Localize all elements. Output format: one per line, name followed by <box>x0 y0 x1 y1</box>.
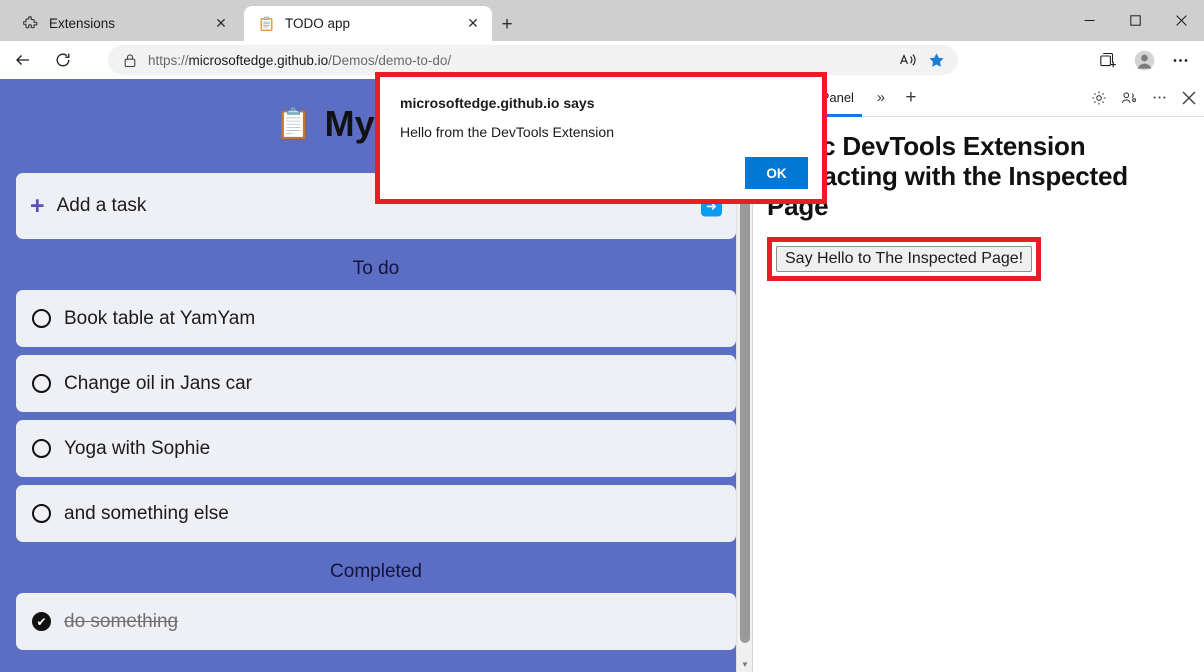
url-path: /Demos/demo-to-do/ <box>328 53 451 68</box>
say-hello-button[interactable]: Say Hello to The Inspected Page! <box>776 246 1032 272</box>
scroll-down-arrow-icon[interactable]: ▼ <box>737 656 753 672</box>
dialog-message: Hello from the DevTools Extension <box>400 124 802 140</box>
url-scheme: https:// <box>148 53 189 68</box>
task-checkbox-checked[interactable]: ✔ <box>32 612 51 631</box>
task-item[interactable]: Yoga with Sophie <box>16 420 736 477</box>
settings-gear-icon[interactable] <box>1084 83 1114 113</box>
profile-avatar[interactable] <box>1126 45 1162 75</box>
url-domain: microsoftedge.github.io <box>189 53 329 68</box>
address-bar[interactable]: https://microsoftedge.github.io/Demos/de… <box>108 45 958 75</box>
task-label: Yoga with Sophie <box>64 438 210 460</box>
window-controls <box>1066 0 1204 41</box>
tab-close-icon[interactable]: ✕ <box>462 13 484 35</box>
tab-close-icon[interactable]: ✕ <box>210 13 232 35</box>
dialog-title: microsoftedge.github.io says <box>400 95 802 111</box>
task-label: Change oil in Jans car <box>64 373 252 395</box>
lock-icon <box>120 50 140 70</box>
say-hello-highlight-box: Say Hello to The Inspected Page! <box>767 237 1041 281</box>
settings-and-more-icon[interactable] <box>1162 45 1198 75</box>
tab-extensions[interactable]: Extensions ✕ <box>8 6 240 41</box>
more-options-icon[interactable] <box>1144 83 1174 113</box>
tab-title: TODO app <box>285 16 454 31</box>
task-label: and something else <box>64 503 229 525</box>
chevron-double-right-icon[interactable]: » <box>866 83 896 113</box>
minimize-button[interactable] <box>1066 0 1112 41</box>
section-heading-todo: To do <box>0 258 752 280</box>
toolbar-actions <box>1090 45 1198 75</box>
tab-todo-app[interactable]: TODO app ✕ <box>244 6 492 41</box>
url-text: https://microsoftedge.github.io/Demos/de… <box>148 53 451 68</box>
task-item-completed[interactable]: ✔ do something <box>16 593 736 650</box>
tab-strip: Extensions ✕ TODO app ✕ <box>0 0 1204 41</box>
maximize-button[interactable] <box>1112 0 1158 41</box>
close-window-button[interactable] <box>1158 0 1204 41</box>
clipboard-icon <box>258 15 275 32</box>
collections-icon[interactable] <box>1090 45 1126 75</box>
task-item[interactable]: Change oil in Jans car <box>16 355 736 412</box>
read-aloud-icon[interactable] <box>894 47 922 73</box>
customize-devtools-icon[interactable] <box>1114 83 1144 113</box>
browser-window: Extensions ✕ TODO app ✕ <box>0 0 1204 672</box>
clipboard-emoji-icon: 📋 <box>275 107 312 142</box>
task-checkbox[interactable] <box>32 439 51 458</box>
dialog-ok-button[interactable]: OK <box>745 157 808 189</box>
puzzle-piece-icon <box>22 15 39 32</box>
task-label: Book table at YamYam <box>64 308 255 330</box>
reload-button[interactable] <box>46 45 80 75</box>
add-task-input-placeholder: Add a task <box>57 195 147 217</box>
close-devtools-icon[interactable] <box>1174 83 1204 113</box>
task-checkbox[interactable] <box>32 374 51 393</box>
plus-icon: + <box>30 194 45 219</box>
task-checkbox[interactable] <box>32 504 51 523</box>
javascript-alert-dialog: microsoftedge.github.io says Hello from … <box>375 72 827 204</box>
favorites-star-icon[interactable] <box>922 47 950 73</box>
task-item[interactable]: Book table at YamYam <box>16 290 736 347</box>
task-item[interactable]: and something else <box>16 485 736 542</box>
tab-title: Extensions <box>49 16 202 31</box>
dialog-content: microsoftedge.github.io says Hello from … <box>380 77 822 199</box>
add-panel-icon[interactable]: + <box>896 83 926 113</box>
address-bar-actions <box>894 47 950 73</box>
devtools-panel-heading: Basic DevTools Extension Interacting wit… <box>767 131 1190 221</box>
new-tab-button[interactable]: + <box>494 12 520 38</box>
task-label: do something <box>64 611 178 633</box>
task-checkbox[interactable] <box>32 309 51 328</box>
back-button[interactable] <box>6 45 40 75</box>
section-heading-completed: Completed <box>0 561 752 583</box>
